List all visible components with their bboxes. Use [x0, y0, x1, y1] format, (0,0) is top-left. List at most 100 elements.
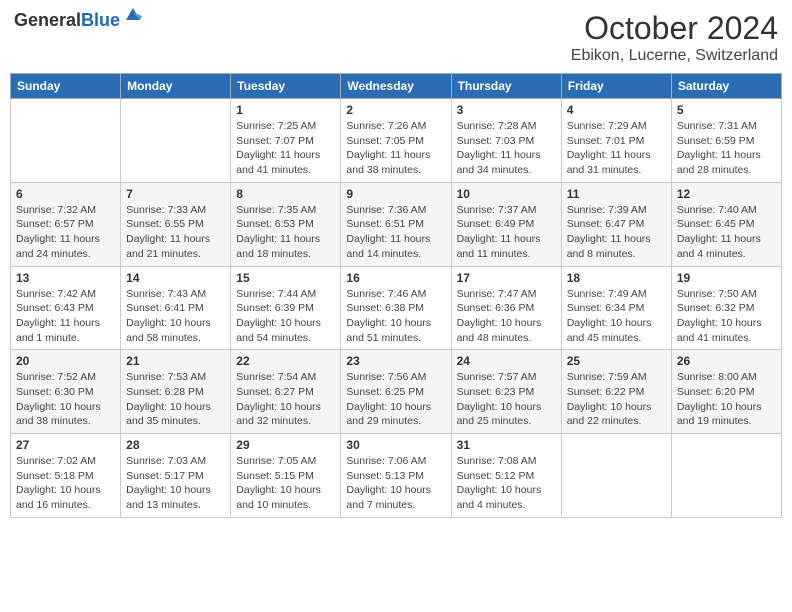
sunrise-text: Sunrise: 7:31 AM	[677, 120, 757, 132]
calendar-cell: 14 Sunrise: 7:43 AM Sunset: 6:41 PM Dayl…	[121, 266, 231, 350]
day-info: Sunrise: 7:52 AM Sunset: 6:30 PM Dayligh…	[16, 370, 115, 429]
weekday-header-wednesday: Wednesday	[341, 74, 451, 99]
calendar-cell: 9 Sunrise: 7:36 AM Sunset: 6:51 PM Dayli…	[341, 182, 451, 266]
sunset-text: Sunset: 6:20 PM	[677, 386, 755, 398]
calendar-cell	[671, 434, 781, 518]
day-info: Sunrise: 8:00 AM Sunset: 6:20 PM Dayligh…	[677, 370, 776, 429]
sunrise-text: Sunrise: 7:33 AM	[126, 204, 206, 216]
day-info: Sunrise: 7:44 AM Sunset: 6:39 PM Dayligh…	[236, 287, 335, 346]
calendar-table: SundayMondayTuesdayWednesdayThursdayFrid…	[10, 73, 782, 518]
sunrise-text: Sunrise: 7:28 AM	[457, 120, 537, 132]
sunrise-text: Sunrise: 7:36 AM	[346, 204, 426, 216]
day-number: 15	[236, 271, 335, 285]
daylight-text: Daylight: 10 hours and 45 minutes.	[567, 317, 652, 344]
sunrise-text: Sunrise: 8:00 AM	[677, 371, 757, 383]
day-number: 12	[677, 187, 776, 201]
logo-text-general: General	[14, 10, 81, 30]
calendar-cell: 20 Sunrise: 7:52 AM Sunset: 6:30 PM Dayl…	[11, 350, 121, 434]
sunset-text: Sunset: 6:59 PM	[677, 135, 755, 147]
logo: GeneralBlue	[14, 10, 120, 31]
sunset-text: Sunset: 6:51 PM	[346, 218, 424, 230]
daylight-text: Daylight: 10 hours and 54 minutes.	[236, 317, 321, 344]
day-number: 18	[567, 271, 666, 285]
day-info: Sunrise: 7:43 AM Sunset: 6:41 PM Dayligh…	[126, 287, 225, 346]
day-info: Sunrise: 7:28 AM Sunset: 7:03 PM Dayligh…	[457, 119, 556, 178]
day-number: 26	[677, 354, 776, 368]
sunrise-text: Sunrise: 7:49 AM	[567, 288, 647, 300]
sunrise-text: Sunrise: 7:08 AM	[457, 455, 537, 467]
sunrise-text: Sunrise: 7:25 AM	[236, 120, 316, 132]
day-info: Sunrise: 7:47 AM Sunset: 6:36 PM Dayligh…	[457, 287, 556, 346]
calendar-cell: 26 Sunrise: 8:00 AM Sunset: 6:20 PM Dayl…	[671, 350, 781, 434]
calendar-cell: 5 Sunrise: 7:31 AM Sunset: 6:59 PM Dayli…	[671, 99, 781, 183]
daylight-text: Daylight: 10 hours and 10 minutes.	[236, 484, 321, 511]
logo-text-blue: Blue	[81, 10, 120, 30]
day-number: 23	[346, 354, 445, 368]
daylight-text: Daylight: 10 hours and 7 minutes.	[346, 484, 431, 511]
calendar-cell: 17 Sunrise: 7:47 AM Sunset: 6:36 PM Dayl…	[451, 266, 561, 350]
day-number: 13	[16, 271, 115, 285]
calendar-cell: 13 Sunrise: 7:42 AM Sunset: 6:43 PM Dayl…	[11, 266, 121, 350]
calendar-cell: 25 Sunrise: 7:59 AM Sunset: 6:22 PM Dayl…	[561, 350, 671, 434]
weekday-header-sunday: Sunday	[11, 74, 121, 99]
day-number: 7	[126, 187, 225, 201]
sunset-text: Sunset: 6:47 PM	[567, 218, 645, 230]
daylight-text: Daylight: 10 hours and 32 minutes.	[236, 401, 321, 428]
day-number: 24	[457, 354, 556, 368]
sunrise-text: Sunrise: 7:06 AM	[346, 455, 426, 467]
calendar-cell: 10 Sunrise: 7:37 AM Sunset: 6:49 PM Dayl…	[451, 182, 561, 266]
daylight-text: Daylight: 11 hours and 41 minutes.	[236, 149, 320, 176]
daylight-text: Daylight: 10 hours and 35 minutes.	[126, 401, 211, 428]
calendar-cell: 22 Sunrise: 7:54 AM Sunset: 6:27 PM Dayl…	[231, 350, 341, 434]
day-number: 1	[236, 103, 335, 117]
day-number: 17	[457, 271, 556, 285]
day-info: Sunrise: 7:57 AM Sunset: 6:23 PM Dayligh…	[457, 370, 556, 429]
month-title: October 2024	[571, 10, 778, 47]
day-info: Sunrise: 7:05 AM Sunset: 5:15 PM Dayligh…	[236, 454, 335, 513]
day-number: 19	[677, 271, 776, 285]
day-number: 21	[126, 354, 225, 368]
sunset-text: Sunset: 6:32 PM	[677, 302, 755, 314]
day-info: Sunrise: 7:59 AM Sunset: 6:22 PM Dayligh…	[567, 370, 666, 429]
day-number: 14	[126, 271, 225, 285]
daylight-text: Daylight: 10 hours and 48 minutes.	[457, 317, 542, 344]
sunset-text: Sunset: 6:23 PM	[457, 386, 535, 398]
daylight-text: Daylight: 10 hours and 58 minutes.	[126, 317, 211, 344]
daylight-text: Daylight: 11 hours and 31 minutes.	[567, 149, 651, 176]
sunrise-text: Sunrise: 7:32 AM	[16, 204, 96, 216]
daylight-text: Daylight: 10 hours and 13 minutes.	[126, 484, 211, 511]
sunset-text: Sunset: 6:55 PM	[126, 218, 204, 230]
day-number: 4	[567, 103, 666, 117]
day-info: Sunrise: 7:36 AM Sunset: 6:51 PM Dayligh…	[346, 203, 445, 262]
day-number: 9	[346, 187, 445, 201]
sunrise-text: Sunrise: 7:54 AM	[236, 371, 316, 383]
sunset-text: Sunset: 6:34 PM	[567, 302, 645, 314]
day-number: 10	[457, 187, 556, 201]
sunrise-text: Sunrise: 7:29 AM	[567, 120, 647, 132]
calendar-cell: 11 Sunrise: 7:39 AM Sunset: 6:47 PM Dayl…	[561, 182, 671, 266]
calendar-cell: 21 Sunrise: 7:53 AM Sunset: 6:28 PM Dayl…	[121, 350, 231, 434]
day-info: Sunrise: 7:56 AM Sunset: 6:25 PM Dayligh…	[346, 370, 445, 429]
day-info: Sunrise: 7:25 AM Sunset: 7:07 PM Dayligh…	[236, 119, 335, 178]
day-number: 11	[567, 187, 666, 201]
daylight-text: Daylight: 10 hours and 19 minutes.	[677, 401, 762, 428]
calendar-week-3: 13 Sunrise: 7:42 AM Sunset: 6:43 PM Dayl…	[11, 266, 782, 350]
calendar-cell: 31 Sunrise: 7:08 AM Sunset: 5:12 PM Dayl…	[451, 434, 561, 518]
sunset-text: Sunset: 6:41 PM	[126, 302, 204, 314]
calendar-cell	[11, 99, 121, 183]
daylight-text: Daylight: 11 hours and 4 minutes.	[677, 233, 761, 260]
sunrise-text: Sunrise: 7:02 AM	[16, 455, 96, 467]
sunrise-text: Sunrise: 7:26 AM	[346, 120, 426, 132]
calendar-cell: 7 Sunrise: 7:33 AM Sunset: 6:55 PM Dayli…	[121, 182, 231, 266]
daylight-text: Daylight: 10 hours and 25 minutes.	[457, 401, 542, 428]
sunset-text: Sunset: 7:01 PM	[567, 135, 645, 147]
daylight-text: Daylight: 11 hours and 24 minutes.	[16, 233, 100, 260]
sunrise-text: Sunrise: 7:40 AM	[677, 204, 757, 216]
day-info: Sunrise: 7:54 AM Sunset: 6:27 PM Dayligh…	[236, 370, 335, 429]
daylight-text: Daylight: 10 hours and 16 minutes.	[16, 484, 101, 511]
sunrise-text: Sunrise: 7:53 AM	[126, 371, 206, 383]
daylight-text: Daylight: 10 hours and 38 minutes.	[16, 401, 101, 428]
sunset-text: Sunset: 6:57 PM	[16, 218, 94, 230]
sunrise-text: Sunrise: 7:52 AM	[16, 371, 96, 383]
daylight-text: Daylight: 11 hours and 21 minutes.	[126, 233, 210, 260]
